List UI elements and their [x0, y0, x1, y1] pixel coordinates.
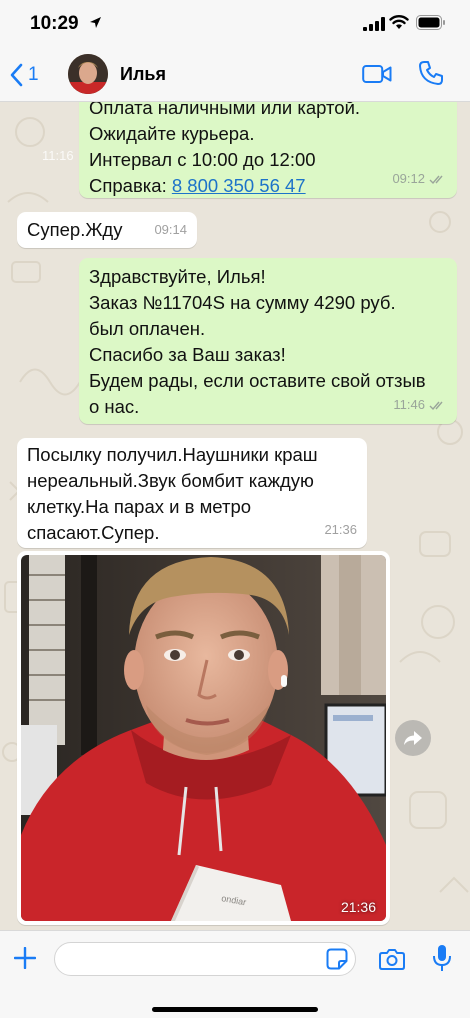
read-ticks-icon: [429, 175, 443, 184]
message-line: клетку.На парах и в метро: [27, 496, 252, 517]
avatar-photo: [68, 54, 108, 94]
message-line: Спасибо за Ваш заказ!: [89, 344, 286, 365]
message-line: был оплачен.: [89, 318, 206, 339]
message-line: спасают.Супер.: [27, 522, 160, 543]
message-line: нереальный.Звук бомбит каждую: [27, 470, 314, 491]
chevron-left-icon: [10, 63, 23, 87]
photo-image[interactable]: ondiar 21:36: [21, 555, 386, 921]
message-line: Посылку получил.Наушники краш: [27, 444, 318, 465]
message-time: 11:46: [393, 397, 425, 412]
forward-button[interactable]: [395, 720, 431, 756]
message-line: Будем рады, если оставите свой отзыв: [89, 370, 426, 391]
message-meta: 09:14: [154, 217, 187, 243]
background-timestamp: 11:16: [42, 148, 74, 163]
message-time: 09:12: [392, 171, 425, 186]
chat-header: 1 Илья: [0, 46, 470, 102]
message-bubble-outgoing[interactable]: Здравствуйте, Илья! Заказ №11704S на сум…: [79, 258, 457, 424]
contact-name[interactable]: Илья: [120, 64, 166, 85]
message-line: Оплата наличными или картой.: [89, 102, 361, 118]
camera-icon[interactable]: [379, 948, 405, 970]
message-meta: 11:46: [393, 392, 447, 418]
message-meta: 21:36: [324, 517, 357, 543]
cellular-signal-icon: [363, 17, 385, 31]
battery-icon: [416, 15, 445, 30]
message-line: Ожидайте курьера.: [89, 123, 255, 144]
photo-time: 21:36: [340, 899, 376, 915]
message-meta: 09:12: [392, 166, 447, 192]
message-input[interactable]: [54, 942, 356, 976]
microphone-icon[interactable]: [432, 944, 452, 972]
plus-icon[interactable]: [14, 947, 36, 969]
back-button[interactable]: 1: [10, 62, 50, 88]
message-bubble-incoming[interactable]: Посылку получил.Наушники краш нереальный…: [17, 438, 367, 548]
message-bubble-incoming[interactable]: Супер.Жду 09:14: [17, 212, 197, 248]
selfie-photo: ondiar: [21, 555, 386, 921]
status-time: 10:29: [30, 13, 79, 34]
input-bar: [0, 930, 470, 1018]
unread-count: 1: [28, 64, 39, 85]
message-bubble-outgoing[interactable]: Оплата наличными или картой. Ожидайте ку…: [79, 102, 457, 198]
home-indicator[interactable]: [152, 1007, 318, 1012]
video-call-icon[interactable]: [362, 64, 392, 84]
phone-call-icon[interactable]: [418, 60, 444, 86]
chat-area[interactable]: 11:16 Оплата наличными или картой. Ожида…: [0, 102, 470, 930]
message-line: Заказ №11704S на сумму 4290 руб.: [89, 292, 396, 313]
photo-message[interactable]: ondiar 21:36: [17, 551, 390, 925]
sticker-icon[interactable]: [326, 948, 348, 970]
reference-label: Справка:: [89, 175, 172, 196]
avatar[interactable]: [68, 54, 108, 94]
status-bar: 10:29: [0, 0, 470, 46]
phone-link[interactable]: 8 800 350 56 47: [172, 175, 306, 196]
location-arrow-icon: [90, 17, 101, 28]
read-ticks-icon: [429, 401, 443, 410]
message-time: 21:36: [324, 522, 357, 537]
wifi-icon: [389, 15, 409, 29]
message-line: Здравствуйте, Илья!: [89, 266, 266, 287]
message-time: 09:14: [154, 222, 187, 237]
forward-arrow-icon: [404, 731, 422, 745]
